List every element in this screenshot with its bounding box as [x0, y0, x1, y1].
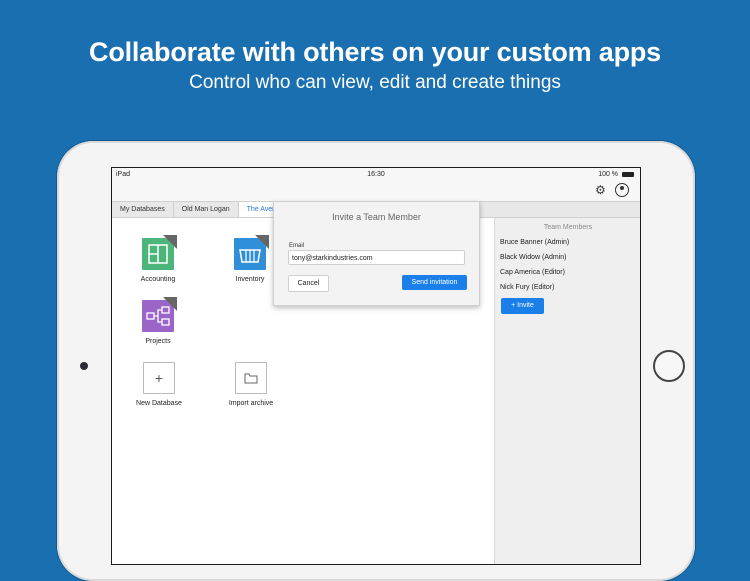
headline: Collaborate with others on your custom a…: [89, 37, 661, 67]
home-button[interactable]: [653, 350, 685, 382]
send-invitation-button[interactable]: Send invitation: [402, 275, 467, 290]
camera-icon: [80, 362, 88, 370]
battery-icon: [622, 171, 634, 177]
tab-old-man-logan[interactable]: Old Man Logan: [174, 202, 239, 217]
invite-button[interactable]: + Invite: [501, 298, 544, 314]
invite-dialog: Invite a Team Member Email tony@starkind…: [273, 201, 480, 306]
database-label: Inventory: [235, 276, 265, 283]
team-member[interactable]: Cap America (Editor): [500, 269, 565, 276]
import-archive-label: Import archive: [228, 400, 274, 407]
import-archive-button[interactable]: Import archive: [221, 362, 281, 407]
dialog-title: Invite a Team Member: [332, 212, 421, 222]
database-tile-accounting[interactable]: Accounting: [128, 235, 188, 283]
email-label: Email: [289, 243, 305, 249]
inventory-icon: [234, 235, 269, 270]
tab-my-databases[interactable]: My Databases: [112, 202, 174, 217]
projects-icon: [142, 297, 177, 332]
team-member[interactable]: Bruce Banner (Admin): [500, 239, 569, 246]
status-bar: iPad 16:30 100 %: [112, 168, 640, 181]
team-member[interactable]: Black Widow (Admin): [500, 254, 567, 261]
battery-label: 100 %: [598, 171, 619, 178]
team-member[interactable]: Nick Fury (Editor): [500, 284, 554, 291]
clock: 16:30: [367, 171, 385, 178]
team-members-title: Team Members: [543, 224, 593, 231]
user-account-icon[interactable]: [615, 183, 629, 197]
main-content: Accounting Inventory Projects + New Data…: [112, 201, 640, 564]
new-database-button[interactable]: + New Database: [129, 362, 189, 407]
email-field[interactable]: tony@starkindustries.com: [288, 250, 465, 265]
folder-icon: [235, 362, 267, 394]
subheadline: Control who can view, edit and create th…: [189, 72, 561, 93]
toolbar: ⚙: [112, 181, 640, 201]
new-database-label: New Database: [136, 400, 182, 407]
database-tile-inventory[interactable]: Inventory: [220, 235, 280, 283]
accounting-icon: [142, 235, 177, 270]
database-label: Accounting: [140, 276, 176, 283]
ipad-screen: iPad 16:30 100 % ⚙ My Databases Old Man …: [111, 167, 641, 565]
database-tile-projects[interactable]: Projects: [128, 297, 188, 345]
battery-status: 100 %: [598, 171, 634, 178]
gear-icon[interactable]: ⚙: [595, 184, 607, 196]
database-label: Projects: [145, 338, 171, 345]
cancel-button[interactable]: Cancel: [288, 275, 329, 292]
team-members-panel: Team Members Bruce Banner (Admin) Black …: [494, 218, 640, 564]
plus-icon: +: [143, 362, 175, 394]
